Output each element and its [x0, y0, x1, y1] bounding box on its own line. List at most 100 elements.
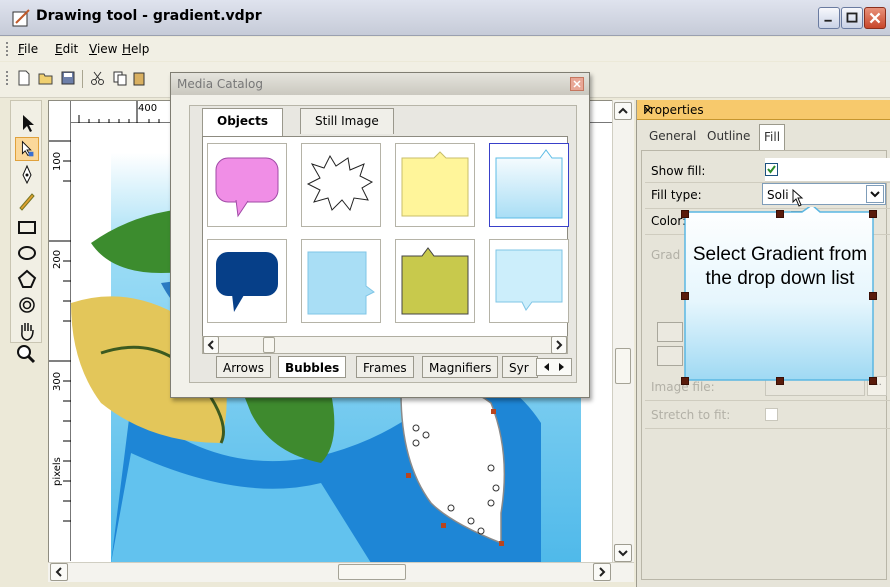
catalog-scrollbar[interactable]: [202, 336, 568, 354]
cut-icon[interactable]: [90, 70, 106, 86]
thumbnail-grid: [202, 136, 569, 344]
horizontal-scrollbar[interactable]: [48, 562, 634, 582]
yellow-note-bubble-icon: [401, 151, 469, 217]
light-blue-callout-icon: [307, 251, 375, 315]
selection-handle[interactable]: [869, 377, 877, 385]
hand-pan-icon[interactable]: [15, 319, 39, 343]
selection-handle[interactable]: [681, 377, 689, 385]
title-bar: Drawing tool - gradient.vdpr: [0, 0, 890, 36]
tab-scroll-arrows-icon: [544, 363, 564, 371]
catalog-scroll-left[interactable]: [203, 336, 219, 354]
copy-icon[interactable]: [112, 70, 128, 86]
minimize-icon: [824, 19, 832, 22]
ruler-label-300: 300: [52, 371, 63, 391]
horizontal-scroll-thumb[interactable]: [338, 564, 406, 580]
select-arrow-icon[interactable]: [15, 111, 39, 135]
thumbnail-gradient-note-bubble[interactable]: [489, 143, 569, 227]
thumbnail-olive-note-bubble[interactable]: [395, 239, 475, 323]
chevron-down-icon: [870, 191, 880, 198]
new-file-icon[interactable]: [16, 70, 32, 86]
menu-view[interactable]: View: [89, 42, 117, 56]
tab-objects[interactable]: Objects: [202, 108, 284, 136]
minimize-button[interactable]: [818, 7, 840, 29]
zoom-magnifier-icon[interactable]: [14, 342, 38, 366]
thumbnail-light-blue-callout[interactable]: [301, 239, 381, 323]
polygon-tool-icon[interactable]: [15, 267, 39, 291]
tab-arrows[interactable]: Arrows: [216, 356, 272, 378]
selection-handle[interactable]: [681, 210, 689, 218]
chevron-up-icon: [618, 107, 628, 114]
tab-magnifiers[interactable]: Magnifiers: [422, 356, 499, 378]
olive-note-bubble-icon: [401, 247, 469, 315]
maximize-icon: [846, 12, 858, 23]
pink-speech-bubble-icon: [215, 157, 279, 218]
chevron-right-icon: [599, 567, 606, 577]
selection-handle[interactable]: [869, 292, 877, 300]
save-icon[interactable]: [60, 70, 76, 86]
media-catalog-window: Media Catalog Objects Still Image Arrows…: [170, 72, 590, 398]
fill-type-value: Soli: [767, 188, 789, 202]
show-fill-checkbox[interactable]: [765, 163, 778, 176]
tab-outline[interactable]: Outline: [703, 124, 754, 148]
media-catalog-title: Media Catalog: [177, 77, 263, 91]
thumbnail-burst-bubble[interactable]: [301, 143, 381, 227]
tab-fill[interactable]: Fill: [759, 124, 786, 150]
spiral-tool-icon[interactable]: [15, 293, 39, 317]
ruler-label-400: 400: [138, 103, 158, 114]
menu-edit[interactable]: Edit: [55, 42, 78, 56]
ellipse-tool-icon[interactable]: [15, 241, 39, 265]
vertical-scrollbar[interactable]: [612, 100, 634, 564]
toolbar-separator: [82, 70, 83, 88]
rectangle-tool-icon[interactable]: [15, 215, 39, 239]
selection-handle[interactable]: [776, 210, 784, 218]
ruler-unit-label: pixels: [52, 457, 63, 486]
toolbar-grip: [6, 71, 8, 85]
node-select-icon[interactable]: [15, 137, 39, 161]
selection-handle[interactable]: [681, 292, 689, 300]
menu-file[interactable]: File: [18, 42, 38, 56]
tab-bubbles[interactable]: Bubbles: [278, 356, 347, 378]
burst-bubble-icon: [306, 154, 374, 212]
scroll-left-button[interactable]: [50, 563, 68, 581]
row-divider: [645, 428, 890, 429]
catalog-scroll-right[interactable]: [551, 336, 567, 354]
thumbnail-navy-speech-bubble[interactable]: [207, 239, 287, 323]
media-catalog-body: Objects Still Image Arrows Bubbles Frame…: [189, 105, 577, 383]
chevron-left-icon: [55, 567, 62, 577]
pen-tool-icon[interactable]: [15, 163, 39, 187]
tab-general[interactable]: General: [645, 124, 700, 148]
stretch-to-fit-checkbox[interactable]: [765, 408, 778, 421]
scroll-down-button[interactable]: [614, 544, 632, 562]
vertical-scroll-thumb[interactable]: [615, 348, 631, 384]
drawing-tool-icon: [12, 9, 30, 27]
properties-header: Properties ×: [637, 100, 890, 120]
gradient-note-bubble-icon: [495, 149, 563, 219]
paste-icon[interactable]: [132, 70, 148, 86]
scroll-up-button[interactable]: [614, 102, 632, 120]
tab-scroll-buttons[interactable]: [536, 358, 572, 376]
menu-bar: File Edit View Help: [0, 37, 890, 61]
fill-type-dropdown[interactable]: Soli: [762, 183, 886, 205]
dropdown-arrow-button[interactable]: [866, 185, 884, 203]
selection-handle[interactable]: [776, 377, 784, 385]
menu-help[interactable]: Help: [122, 42, 149, 56]
media-catalog-close-button[interactable]: [570, 77, 584, 91]
close-icon: [573, 80, 581, 88]
pencil-icon[interactable]: [15, 189, 39, 213]
chevron-down-icon: [618, 550, 628, 557]
close-button[interactable]: [864, 7, 886, 29]
tab-still-image[interactable]: Still Image: [300, 108, 394, 134]
scroll-right-button[interactable]: [593, 563, 611, 581]
selection-handle[interactable]: [869, 210, 877, 218]
thumbnail-pink-speech-bubble[interactable]: [207, 143, 287, 227]
media-catalog-titlebar[interactable]: Media Catalog: [171, 73, 589, 95]
maximize-button[interactable]: [841, 7, 863, 29]
properties-close-button[interactable]: ×: [643, 103, 887, 117]
tab-frames[interactable]: Frames: [356, 356, 414, 378]
catalog-scroll-thumb[interactable]: [263, 337, 275, 353]
tab-symbols[interactable]: Syr: [502, 356, 538, 378]
thumbnail-yellow-note-bubble[interactable]: [395, 143, 475, 227]
thumbnail-pale-blue-callout[interactable]: [489, 239, 569, 323]
open-folder-icon[interactable]: [38, 70, 54, 86]
tool-strip: [10, 100, 42, 343]
